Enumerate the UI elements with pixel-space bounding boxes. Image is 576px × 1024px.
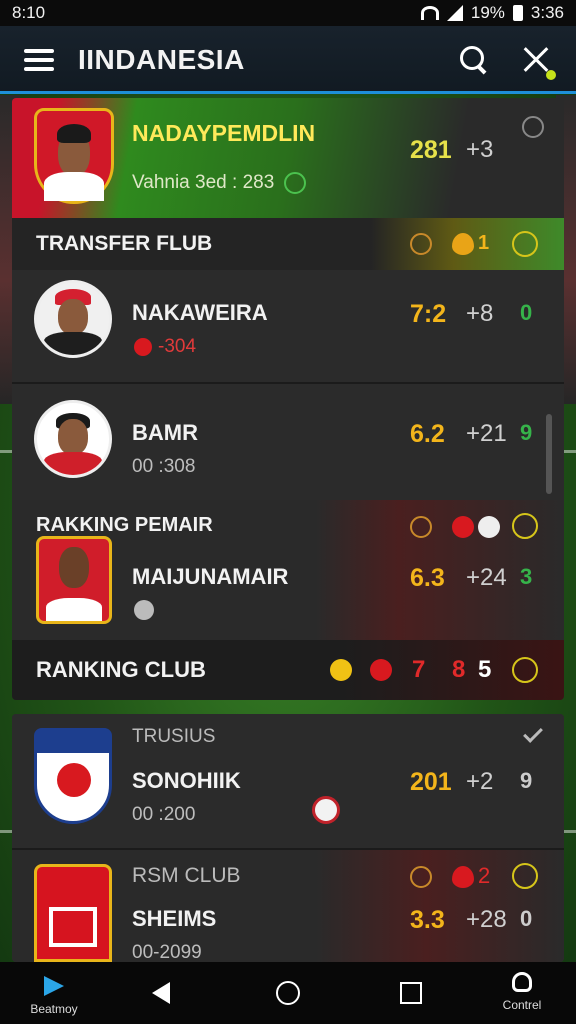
status-bar: 8:10 19% 3:36 [0,0,576,26]
wifi-icon [420,6,439,20]
club-list-panel: TRUSIUS SONOHIIK 00 :200 201 +2 9 RSM CL… [12,714,564,962]
card-icon [134,338,152,356]
nav-right[interactable]: Contrel [492,972,552,1012]
scrollbar[interactable] [546,414,552,494]
club-row[interactable]: RSM CLUB 2 SHEIMS 00-2099 3.3 +28 0 [12,850,564,962]
player-name: NAKAWEIRA [132,300,268,325]
player-card [36,536,112,624]
transfer-header: TRANSFER FLUB 1 [12,218,564,270]
player-sub: 00 :308 [132,456,196,477]
medal-icon [330,659,352,681]
club-score: 3.3 [410,906,445,934]
ranking-pemair-name: MAIJUNAMAIR [132,564,289,589]
transfer-header-label: TRANSFER FLUB [36,232,213,255]
ranking-club-num3: 5 [478,656,492,683]
club-sub: 00 :200 [132,804,196,825]
player-third: 0 [520,300,533,325]
club-name: SHEIMS [132,906,217,931]
club-count: 2 [478,863,491,888]
player-delta: +8 [466,300,494,327]
club-crest [34,728,112,824]
gear-icon[interactable] [410,516,432,538]
trophy-icon[interactable] [512,231,538,257]
nav-right-label: Contrel [502,998,542,1012]
nav-left[interactable]: Beatmoy [24,976,84,1016]
tag-icon[interactable] [522,116,544,138]
ranking-pemair-score: 6.3 [410,564,445,592]
featured-row[interactable]: NADAYPEMDLIN Vahnia 3ed : 283 281 +3 [12,98,564,218]
back-icon[interactable] [152,982,170,1004]
ranking-pemair-label: RAKKING PEMAIR [36,514,213,536]
player-name: BAMR [132,420,198,445]
club-name: SONOHIIK [132,768,241,793]
club-row[interactable]: TRUSIUS SONOHIIK 00 :200 201 +2 9 [12,714,564,848]
featured-name: NADAYPEMDLIN [132,120,316,146]
club-third: 9 [520,768,533,793]
player-row[interactable]: NAKAWEIRA -304 7:2 +8 0 [12,270,564,382]
player-sub: -304 [158,336,197,357]
trophy-icon[interactable] [512,513,538,539]
signal-icon [446,5,463,21]
ranking-pemair-delta: +24 [466,564,507,591]
club-delta: +28 [466,906,507,933]
football-icon [312,796,340,824]
battery-percent: 19% [470,3,505,22]
profile-icon [512,972,532,992]
club-sub: 00-2099 [132,942,202,962]
ball-icon [370,659,392,681]
gear-icon[interactable] [410,233,432,255]
nav-left-label: Beatmoy [30,1002,78,1016]
avatar [34,280,112,358]
avatar [34,400,112,478]
player-delta: +21 [466,420,507,447]
football-icon [134,600,154,620]
ranking-club-header[interactable]: RANKING CLUB 7 8 5 [12,640,564,700]
status-time: 8:10 [12,3,46,22]
app-bar: IINDANESIA [0,26,576,94]
recents-icon[interactable] [400,982,422,1004]
flame-icon [452,866,474,888]
status-clock: 3:36 [530,3,564,22]
club-header: RSM CLUB [132,864,241,887]
play-arrow-icon [44,976,64,996]
club-crest [34,864,112,962]
player-list-panel: NADAYPEMDLIN Vahnia 3ed : 283 281 +3 TRA… [12,98,564,700]
battery-icon [512,5,523,21]
player-score: 6.2 [410,420,445,448]
bottom-navigation: Beatmoy Contrel [0,962,576,1024]
ranking-club-num1: 7 [412,656,426,683]
featured-subtitle: Vahnia 3ed : 283 [132,172,275,193]
player-score: 7:2 [410,300,447,328]
club-header: TRUSIUS [132,726,216,747]
trophy-icon[interactable] [512,657,538,683]
home-icon[interactable] [276,981,300,1005]
club-delta: +2 [466,768,494,795]
close-icon[interactable] [520,44,556,80]
club-third: 0 [520,906,533,931]
shield-icon [284,172,306,194]
page-title: IINDANESIA [78,44,245,75]
team-crest [34,108,114,204]
player-third: 9 [520,420,533,445]
transfer-count: 1 [478,232,490,254]
search-icon[interactable] [458,44,490,76]
ranking-pemair-section[interactable]: RAKKING PEMAIR MAIJUNAMAIR 6.3 +24 3 [12,500,564,640]
featured-delta: +3 [466,136,494,163]
ball-icon [452,516,474,538]
trophy-icon[interactable] [512,863,538,889]
ranking-club-num2: 8 [452,656,466,683]
check-icon[interactable] [523,723,543,743]
featured-score: 281 [410,136,452,164]
flame-icon [452,233,474,255]
ranking-pemair-third: 3 [520,564,533,589]
football-icon [478,516,500,538]
gear-icon[interactable] [410,866,432,888]
ranking-club-label: RANKING CLUB [36,657,206,682]
player-row[interactable]: BAMR 00 :308 6.2 +21 9 [12,384,564,500]
club-score: 201 [410,768,452,796]
menu-icon[interactable] [24,49,54,71]
